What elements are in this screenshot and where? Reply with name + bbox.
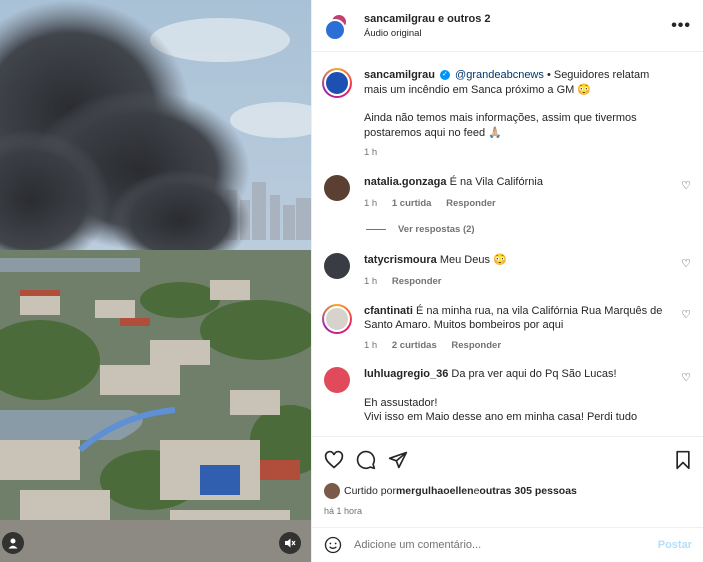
comment-text-2: Eh assustador! — [364, 396, 438, 409]
post-actions: Curtido por mergulhaoellen e outras 305 … — [312, 436, 703, 516]
comment-time[interactable]: 1 h — [364, 198, 377, 209]
mute-button[interactable] — [279, 532, 301, 554]
heart-icon: ♡ — [681, 179, 691, 192]
heart-icon: ♡ — [681, 372, 691, 384]
like-button[interactable] — [324, 450, 344, 470]
emoji-icon — [324, 536, 342, 554]
heart-icon — [324, 450, 344, 469]
post-header: sancamilgrau e outros 2 Áudio original •… — [312, 0, 703, 52]
share-button[interactable] — [388, 450, 408, 470]
post-side-panel: sancamilgrau e outros 2 Áudio original •… — [311, 0, 703, 562]
user-tag-button[interactable] — [2, 532, 24, 554]
liked-by-user[interactable]: mergulhaoellen — [396, 485, 474, 497]
comment-username[interactable]: tatycrismoura — [364, 254, 437, 266]
heart-icon: ♡ — [681, 308, 691, 321]
caption-username[interactable]: sancamilgrau — [364, 69, 435, 81]
avatar[interactable] — [324, 367, 350, 393]
comment-input[interactable] — [354, 539, 658, 551]
post-comment-button[interactable]: Postar — [658, 539, 692, 551]
share-icon — [388, 451, 408, 469]
reply-button[interactable]: Responder — [446, 198, 496, 209]
save-button[interactable] — [674, 450, 692, 470]
comment-button[interactable] — [356, 450, 376, 470]
comment-username[interactable]: luhluagregio_36 — [364, 368, 448, 380]
bookmark-icon — [676, 450, 690, 470]
avatar[interactable] — [322, 68, 352, 98]
add-comment-bar: Postar — [312, 527, 703, 562]
more-icon: ••• — [671, 16, 691, 34]
comment-likes[interactable]: 2 curtidas — [392, 340, 437, 351]
like-comment-button[interactable]: ♡ — [681, 179, 691, 192]
comment-text: Da pra ver aqui do Pq São Lucas! — [451, 368, 617, 380]
emoji-button[interactable] — [324, 536, 342, 554]
caption-time[interactable]: 1 h — [364, 147, 377, 158]
post-video[interactable] — [0, 0, 311, 562]
comment-item: cfantinati É na minha rua, na vila Calif… — [322, 303, 691, 354]
comment-time[interactable]: 1 h — [364, 340, 377, 351]
comment-username[interactable]: natalia.gonzaga — [364, 176, 447, 188]
collab-avatars[interactable] — [324, 12, 350, 41]
comment-item: natalia.gonzaga É na Vila Califórnia 1 h… — [324, 174, 691, 212]
comment-item: luhluagregio_36 Da pra ver aqui do Pq Sã… — [324, 367, 691, 425]
post-modal: sancamilgrau e outros 2 Áudio original •… — [0, 0, 703, 562]
avatar[interactable] — [324, 252, 350, 279]
like-comment-button[interactable]: ♡ — [681, 257, 691, 270]
comment-username[interactable]: cfantinati — [364, 305, 413, 317]
comment-likes[interactable]: 1 curtida — [392, 198, 432, 209]
mute-icon — [285, 538, 296, 548]
video-frame — [0, 0, 311, 562]
likes-summary: Curtido por mergulhaoellen e outras 305 … — [324, 483, 692, 499]
caption-text-2: Ainda não temos mais informações, assim … — [364, 112, 637, 139]
avatar[interactable] — [322, 303, 352, 334]
avatar[interactable] — [324, 483, 340, 499]
like-comment-button[interactable]: ♡ — [681, 308, 691, 321]
avatar — [324, 18, 346, 41]
view-replies-label: Ver respostas (2) — [398, 223, 475, 235]
mention-link[interactable]: @grandeabcnews — [455, 69, 544, 81]
likes-prefix: Curtido por — [344, 485, 396, 497]
more-options-button[interactable]: ••• — [671, 17, 691, 35]
reply-button[interactable]: Responder — [451, 340, 501, 351]
comment-text-3: Vivi isso em Maio desse ano em minha cas… — [364, 411, 638, 423]
comments-list: sancamilgrau ✓ @grandeabcnews • Seguidor… — [312, 52, 703, 436]
reply-button[interactable]: Responder — [392, 276, 442, 287]
user-tag-icon — [8, 538, 18, 549]
likes-count[interactable]: outras 305 pessoas — [479, 485, 576, 497]
avatar[interactable] — [324, 174, 350, 201]
view-replies-button[interactable]: Ver respostas (2) — [366, 224, 691, 235]
post-time[interactable]: há 1 hora — [324, 506, 692, 516]
caption: sancamilgrau ✓ @grandeabcnews • Seguidor… — [322, 68, 691, 161]
comment-text: Meu Deus 😳 — [439, 253, 507, 266]
heart-icon: ♡ — [681, 257, 691, 270]
divider — [366, 228, 386, 230]
post-author[interactable]: sancamilgrau e outros 2 — [364, 13, 671, 25]
comment-time[interactable]: 1 h — [364, 276, 377, 287]
comment-icon — [356, 450, 376, 470]
audio-link[interactable]: Áudio original — [364, 28, 671, 39]
comment-text: É na Vila Califórnia — [449, 175, 543, 188]
like-comment-button[interactable]: ♡ — [681, 371, 691, 384]
verified-icon: ✓ — [439, 70, 450, 81]
comment-item: tatycrismoura Meu Deus 😳 1 h Responder ♡ — [324, 252, 691, 290]
